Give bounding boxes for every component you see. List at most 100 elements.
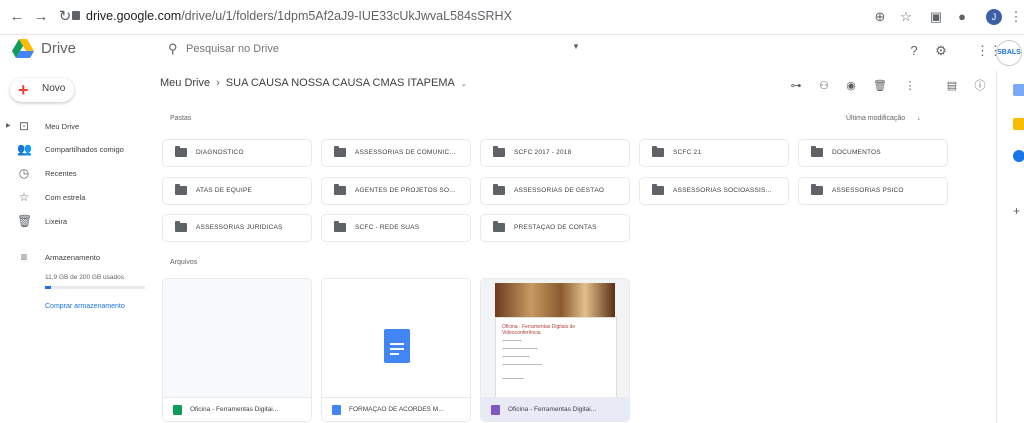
folder-icon [652, 184, 664, 195]
star-icon: ☆ [18, 190, 30, 204]
folder-item[interactable]: SCFC 21 [639, 139, 789, 167]
folder-icon [334, 184, 346, 195]
slide-text-line [502, 348, 538, 349]
slide-title: Oficina - Ferramentas Digitais de Videoc… [502, 324, 576, 336]
calendar-icon[interactable] [1013, 84, 1024, 96]
clock-icon: ◷ [18, 166, 30, 180]
delete-icon[interactable]: 🗑 [872, 78, 888, 94]
drive-logo-icon[interactable] [12, 39, 34, 63]
search-icon[interactable]: ⚲ [168, 41, 178, 57]
chevron-down-icon[interactable]: ⌄ [461, 81, 467, 88]
browser-toolbar: ← → ↻ drive.google.com/drive/u/1/folders… [0, 0, 1024, 35]
search-bar[interactable]: ⚲ ▼ [160, 36, 590, 62]
folder-item[interactable]: ASSESSORIAS SOCIOASSIS... [639, 177, 789, 205]
sidebar-item-label: Armazenamento [45, 253, 101, 262]
panel-divider [996, 70, 997, 423]
sidebar-item-starred[interactable]: ☆ Com estrela [0, 188, 150, 210]
browser-menu-icon[interactable]: ⋮ [1008, 9, 1024, 25]
search-input[interactable] [184, 39, 568, 59]
sort-control[interactable]: Última modificação ↓ [846, 115, 921, 122]
folder-name: SCFC 2017 - 2018 [514, 149, 572, 156]
people-icon: 👥 [17, 142, 32, 156]
breadcrumb-current[interactable]: SUA CAUSA NOSSA CAUSA CMAS ITAPEMA [226, 77, 455, 89]
sidebar-item-label: Com estrela [45, 193, 86, 202]
bookmark-star-icon[interactable]: ☆ [898, 9, 914, 25]
folder-name: SCFC 21 [673, 149, 702, 156]
folder-name: AGENTES DE PROJETOS SO... [355, 187, 456, 194]
keep-icon[interactable] [1013, 118, 1024, 130]
file-card[interactable]: Oficina - Ferramentas Digitais de Videoc… [480, 278, 630, 422]
folder-name: DOCUMENTOS [832, 149, 881, 156]
forward-arrow-icon[interactable]: → [32, 8, 50, 26]
sheets-icon [173, 405, 182, 415]
folder-item[interactable]: DOCUMENTOS [798, 139, 948, 167]
url-host: drive.google.com [86, 9, 182, 23]
folder-item[interactable]: PRESTAÇÃO DE CONTAS [480, 214, 630, 242]
folder-item[interactable]: AGENTES DE PROJETOS SO... [321, 177, 471, 205]
drive-brand[interactable]: Drive [41, 40, 76, 57]
sidebar-item-shared[interactable]: 👥 Compartilhados comigo [0, 140, 150, 162]
link-icon[interactable]: ⊶ [788, 78, 804, 94]
profile-avatar[interactable]: J [986, 9, 1002, 25]
sidebar-item-label: Recentes [45, 169, 77, 178]
back-arrow-icon[interactable]: ← [8, 8, 26, 26]
lock-icon [72, 11, 80, 20]
folder-item[interactable]: ASSESSORIAS DE COMUNIC... [321, 139, 471, 167]
folder-name: PRESTAÇÃO DE CONTAS [514, 224, 597, 231]
folder-icon [334, 146, 346, 157]
zoom-icon[interactable]: ⊕ [872, 9, 888, 25]
folder-icon [493, 221, 505, 232]
folder-item[interactable]: SCFC 2017 - 2018 [480, 139, 630, 167]
sort-label: Última modificação [846, 115, 906, 122]
file-name: Oficina - Ferramentas Digitai... [190, 406, 279, 413]
folder-item[interactable]: ASSESSORIAS DE GESTÃO [480, 177, 630, 205]
docs-large-icon [384, 329, 410, 363]
storage-bar [45, 286, 145, 289]
apps-grid-icon[interactable]: ⋮⋮ [976, 42, 1002, 60]
extension-icon[interactable]: ▣ [928, 9, 944, 25]
eye-icon[interactable]: ◉ [843, 78, 859, 94]
folder-icon [175, 221, 187, 232]
storage-icon: ≡ [20, 250, 28, 264]
sidebar-item-storage[interactable]: ≡ Armazenamento [0, 248, 150, 270]
breadcrumb-root[interactable]: Meu Drive [160, 77, 210, 89]
slide-text-line [502, 378, 524, 379]
sidebar-item-recent[interactable]: ◷ Recentes [0, 164, 150, 186]
sort-arrow-icon: ↓ [917, 115, 921, 122]
folder-icon [175, 184, 187, 195]
add-addon-icon[interactable]: + [1013, 204, 1020, 218]
tasks-icon[interactable] [1013, 150, 1024, 162]
plus-icon: + [18, 80, 29, 100]
trash-icon: 🗑 [17, 214, 33, 228]
file-card[interactable]: Oficina - Ferramentas Digitai... [162, 278, 312, 422]
extension-drop-icon[interactable]: ● [954, 9, 970, 25]
folder-item[interactable]: ASSESSORIAS JURÍDICAS [162, 214, 312, 242]
search-options-icon[interactable]: ▼ [572, 42, 580, 51]
folder-item[interactable]: ASSESSORIAS PSICO [798, 177, 948, 205]
folder-icon [811, 146, 823, 157]
add-person-icon[interactable]: ⚇ [816, 78, 832, 94]
settings-gear-icon[interactable]: ⚙ [932, 42, 950, 60]
folder-item[interactable]: SCFC - REDE SUAS [321, 214, 471, 242]
buy-storage-link[interactable]: Comprar armazenamento [45, 303, 125, 310]
folder-name: DIAGNÓSTICO [196, 149, 244, 156]
folder-item[interactable]: DIAGNÓSTICO [162, 139, 312, 167]
account-avatar[interactable]: SBALS [996, 40, 1022, 66]
file-card[interactable]: FORMAÇÃO DE ACORDES M... [321, 278, 471, 422]
sidebar-item-label: Meu Drive [45, 122, 80, 131]
sidebar-item-trash[interactable]: 🗑 Lixeira [0, 212, 150, 234]
file-preview [163, 279, 311, 397]
address-bar[interactable]: drive.google.com/drive/u/1/folders/1dpm5… [86, 9, 512, 23]
list-view-icon[interactable]: ▤ [944, 78, 960, 94]
folder-item[interactable]: ATAS DE EQUIPE [162, 177, 312, 205]
url-path: /drive/u/1/folders/1dpm5Af2aJ9-IUE33cUkJ… [181, 9, 512, 23]
breadcrumb: Meu Drive › SUA CAUSA NOSSA CAUSA CMAS ITA… [160, 77, 467, 89]
help-icon[interactable]: ? [905, 42, 923, 60]
storage-bar-fill [45, 286, 51, 289]
new-button[interactable]: + Novo [10, 78, 74, 102]
sidebar-item-my-drive[interactable]: ⊡ Meu Drive [0, 117, 150, 139]
folder-icon [493, 146, 505, 157]
more-vert-icon[interactable]: ⋮ [902, 78, 918, 94]
info-icon[interactable]: ⓘ [972, 78, 988, 94]
new-button-label: Novo [42, 83, 66, 94]
